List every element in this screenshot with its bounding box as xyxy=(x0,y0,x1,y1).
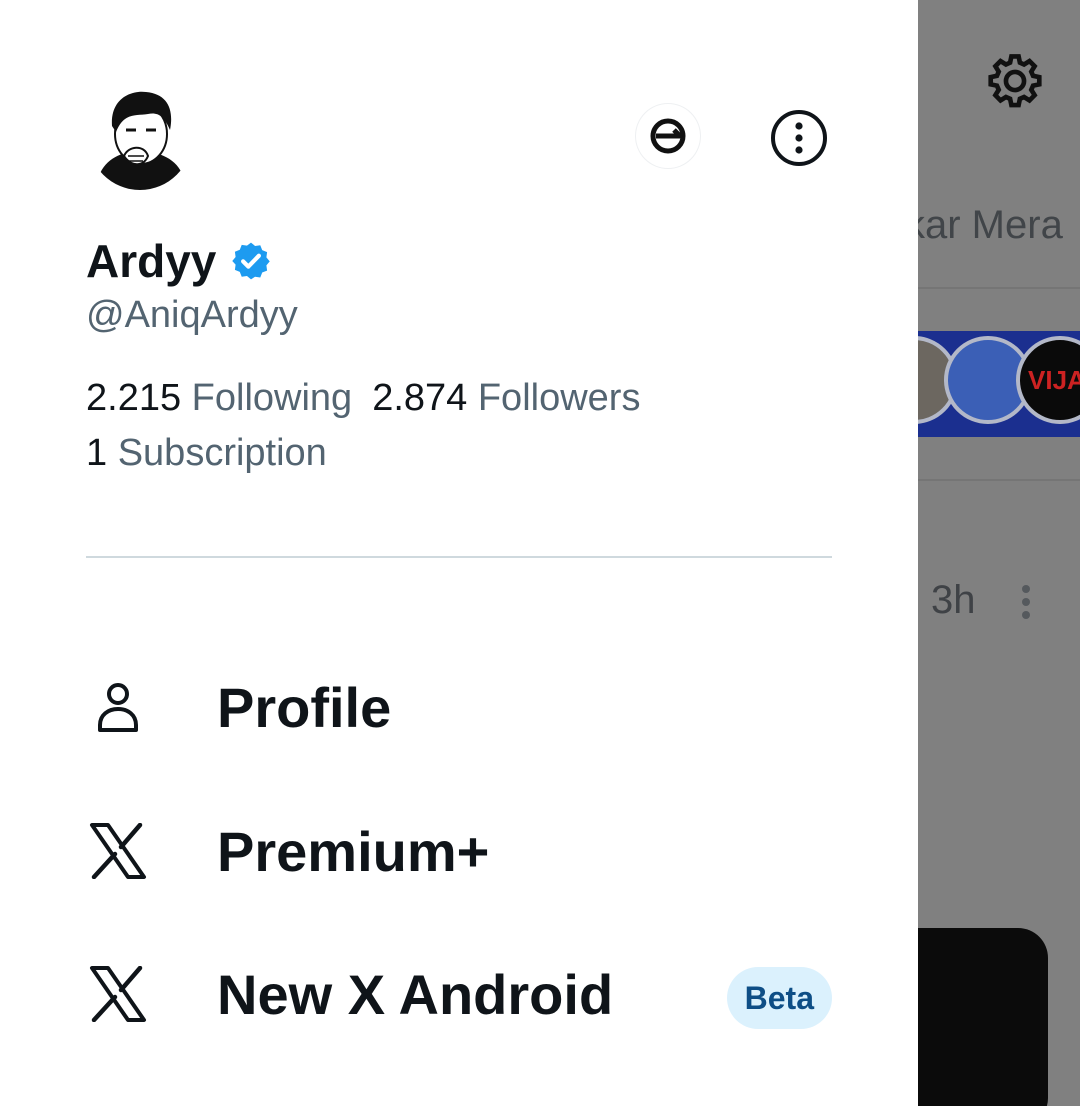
side-drawer: Ardyy @AniqArdyy 2.215 Following 2.874 Fo… xyxy=(0,0,918,1106)
menu-label-profile: Profile xyxy=(217,675,392,739)
menu-item-new-x-android[interactable]: New X Android Beta xyxy=(86,949,832,1039)
menu-label-premium-plus: Premium+ xyxy=(217,819,490,883)
divider xyxy=(918,479,1080,481)
feed-banner-image: VIJAY xyxy=(918,331,1080,437)
subscription-label: Subscription xyxy=(117,432,327,474)
followers-count: 2.874 xyxy=(372,377,468,419)
beta-badge: Beta xyxy=(726,967,832,1029)
avatar[interactable] xyxy=(88,86,192,190)
brand-e-icon xyxy=(650,118,686,154)
display-name-row[interactable]: Ardyy xyxy=(86,234,272,288)
x-logo-icon xyxy=(86,962,150,1026)
verified-badge-icon xyxy=(232,242,271,280)
more-options-icon xyxy=(771,110,827,166)
person-icon xyxy=(86,675,150,739)
menu-label-new-x-android: New X Android xyxy=(217,962,614,1026)
avatar: VIJAY xyxy=(1016,336,1080,424)
followers-link[interactable]: 2.874 Followers xyxy=(372,377,640,419)
more-options-button[interactable] xyxy=(767,106,831,170)
subscription-count: 1 xyxy=(86,432,108,474)
avatar-image xyxy=(88,86,192,190)
display-name[interactable]: Ardyy xyxy=(86,234,216,288)
feed-tab-label[interactable]: kar Mera xyxy=(905,203,1063,248)
user-handle[interactable]: @AniqArdyy xyxy=(86,294,298,337)
divider xyxy=(918,287,1080,289)
menu-item-premium-plus[interactable]: Premium+ xyxy=(86,806,832,896)
post-more-icon[interactable] xyxy=(1020,585,1032,621)
x-logo-icon xyxy=(86,819,150,883)
following-count: 2.215 xyxy=(86,377,182,419)
subscription-link[interactable]: 1 Subscription xyxy=(86,432,327,475)
settings-gear-icon[interactable] xyxy=(984,50,1046,112)
menu-item-profile[interactable]: Profile xyxy=(86,662,832,752)
brand-e-button[interactable] xyxy=(636,104,700,168)
following-link[interactable]: 2.215 Following xyxy=(86,377,352,419)
post-timestamp: 3h xyxy=(931,578,976,622)
following-label: Following xyxy=(191,377,353,419)
followers-label: Followers xyxy=(477,377,641,419)
follow-stats: 2.215 Following 2.874 Followers xyxy=(86,377,640,420)
divider xyxy=(86,556,832,558)
